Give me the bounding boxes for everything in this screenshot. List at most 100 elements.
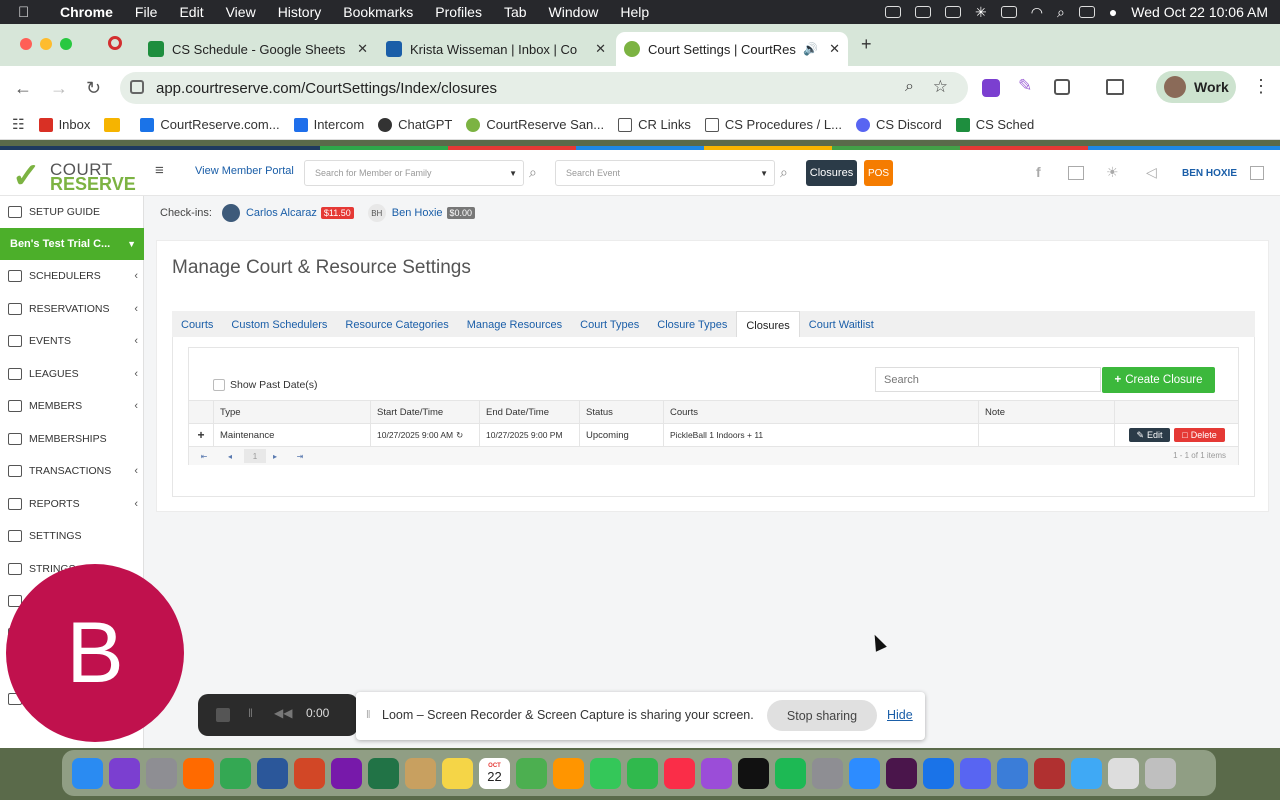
- dock-excel-icon[interactable]: [368, 757, 399, 789]
- dock-podcasts-icon[interactable]: [701, 757, 732, 789]
- menu-edit[interactable]: Edit: [179, 4, 203, 20]
- dock-notes-icon[interactable]: [442, 757, 473, 789]
- extension-icon[interactable]: [982, 79, 1000, 97]
- show-past-checkbox[interactable]: [213, 379, 225, 391]
- dock-finder-icon[interactable]: [72, 757, 103, 789]
- bookmark-drive[interactable]: [104, 117, 126, 132]
- wifi-icon[interactable]: ◠: [1031, 4, 1043, 21]
- drag-handle-icon[interactable]: ‖: [366, 709, 371, 721]
- chevron-down-icon[interactable]: ▼: [760, 169, 768, 178]
- zoom-status-icon[interactable]: [885, 6, 902, 18]
- dock-slack-icon[interactable]: [886, 757, 917, 789]
- bookmark-courtreserve-sandbox[interactable]: CourtReserve San...: [466, 117, 604, 132]
- close-tab-icon[interactable]: ✕: [829, 41, 840, 57]
- sidebar-item-settings[interactable]: SETTINGS: [0, 520, 144, 552]
- checkin-person-name[interactable]: Carlos Alcaraz: [246, 207, 317, 219]
- club-selector[interactable]: Ben's Test Trial C... ▼: [0, 228, 144, 260]
- tab-courts[interactable]: Courts: [172, 311, 222, 337]
- tab-court-types[interactable]: Court Types: [571, 311, 648, 337]
- spotlight-icon[interactable]: ⌕: [1057, 4, 1065, 21]
- stop-recording-icon[interactable]: [216, 708, 230, 722]
- bookmark-cs-sched[interactable]: CS Sched: [955, 117, 1034, 132]
- grid-search-input[interactable]: Search: [875, 367, 1101, 392]
- dock-photos-icon[interactable]: [553, 757, 584, 789]
- menubar-clock[interactable]: Wed Oct 22 10:06 AM: [1131, 4, 1268, 20]
- dock-messages-icon[interactable]: [590, 757, 621, 789]
- side-panel-icon[interactable]: [1106, 79, 1124, 95]
- chevron-down-icon[interactable]: ▼: [509, 169, 517, 178]
- menu-file[interactable]: File: [135, 4, 158, 20]
- menu-history[interactable]: History: [278, 4, 322, 20]
- dock-music-icon[interactable]: [664, 757, 695, 789]
- create-closure-button[interactable]: + Create Closure: [1102, 367, 1215, 393]
- site-info-icon[interactable]: [130, 80, 144, 94]
- tab-resource-categories[interactable]: Resource Categories: [336, 311, 457, 337]
- tab-closure-types[interactable]: Closure Types: [648, 311, 736, 337]
- bookmark-intercom[interactable]: Intercom: [293, 117, 364, 132]
- dock-paw-icon[interactable]: [923, 757, 954, 789]
- profile-chip[interactable]: Work: [1156, 71, 1236, 103]
- avatar[interactable]: BH: [367, 204, 386, 222]
- bookmark-chatgpt[interactable]: ChatGPT: [378, 117, 452, 132]
- logout-icon[interactable]: [1250, 166, 1264, 180]
- sidebar-item-setup-guide[interactable]: SETUP GUIDE: [0, 196, 144, 228]
- dock-word-icon[interactable]: [257, 757, 288, 789]
- checkin-person-name[interactable]: Ben Hoxie: [392, 207, 443, 219]
- hide-link[interactable]: Hide: [887, 708, 913, 722]
- recording-tab-icon[interactable]: [108, 36, 122, 50]
- menu-tab[interactable]: Tab: [504, 4, 527, 20]
- dock-zoom-icon[interactable]: [849, 757, 880, 789]
- closures-button[interactable]: Closures: [806, 160, 857, 186]
- siri-icon[interactable]: ●: [1109, 4, 1117, 20]
- sidebar-item-reservations[interactable]: RESERVATIONS ‹: [0, 293, 144, 325]
- lightbulb-icon[interactable]: ☀: [1106, 164, 1119, 181]
- dock-calendar-icon[interactable]: OCT 22: [479, 757, 510, 789]
- search-icon[interactable]: ⌕: [529, 164, 537, 181]
- menu-profiles[interactable]: Profiles: [435, 4, 482, 20]
- dock-maps-icon[interactable]: [516, 757, 547, 789]
- dock-facetime-icon[interactable]: [627, 757, 658, 789]
- column-header-type[interactable]: Type: [213, 401, 370, 423]
- bookmark-courtreserve[interactable]: CourtReserve.com...: [140, 117, 280, 132]
- dock-launchpad-icon[interactable]: [146, 757, 177, 789]
- tab-intercom-inbox[interactable]: Krista Wisseman | Inbox | Co ✕: [378, 32, 614, 66]
- panel-icon[interactable]: [1068, 166, 1084, 180]
- menu-window[interactable]: Window: [549, 4, 599, 20]
- next-page-icon[interactable]: ▸: [264, 449, 286, 463]
- page-number[interactable]: 1: [244, 449, 266, 463]
- dock-spotify-icon[interactable]: [775, 757, 806, 789]
- first-page-icon[interactable]: ⇤: [193, 449, 215, 463]
- user-name[interactable]: BEN HOXIE: [1182, 168, 1237, 179]
- megaphone-icon[interactable]: ◁: [1146, 164, 1157, 181]
- tab-custom-schedulers[interactable]: Custom Schedulers: [222, 311, 336, 337]
- loom-camera-bubble[interactable]: B: [6, 564, 184, 742]
- courtreserve-logo[interactable]: ✓ COURT RESERVE: [12, 154, 136, 195]
- tab-closures[interactable]: Closures: [736, 311, 800, 337]
- facebook-icon[interactable]: f: [1036, 164, 1041, 180]
- address-bar[interactable]: app.courtreserve.com/CourtSettings/Index…: [120, 72, 968, 104]
- battery-icon[interactable]: [1000, 6, 1017, 18]
- sidebar-item-transactions[interactable]: TRANSACTIONS ‹: [0, 455, 144, 487]
- dock-trash-icon[interactable]: [1145, 757, 1176, 789]
- rewind-icon[interactable]: ◀◀: [274, 706, 292, 720]
- hamburger-menu-icon[interactable]: ≡: [155, 162, 164, 179]
- delete-button[interactable]: □ Delete: [1174, 428, 1225, 442]
- forward-icon[interactable]: →: [50, 78, 68, 99]
- extensions-puzzle-icon[interactable]: [1054, 79, 1070, 95]
- dock-powerpoint-icon[interactable]: [294, 757, 325, 789]
- menu-app-name[interactable]: Chrome: [60, 4, 113, 20]
- maximize-window-button[interactable]: [60, 38, 72, 50]
- zoom-page-icon[interactable]: ⌕: [905, 78, 914, 96]
- expand-row-icon[interactable]: +: [189, 424, 213, 446]
- screen-mirror-icon[interactable]: [945, 6, 962, 18]
- dock-dictionary-icon[interactable]: [1034, 757, 1065, 789]
- dock-discord-icon[interactable]: [960, 757, 991, 789]
- bookmark-cr-links[interactable]: CR Links: [618, 117, 691, 132]
- close-tab-icon[interactable]: ✕: [595, 41, 606, 57]
- sidebar-item-memberships[interactable]: MEMBERSHIPS: [0, 423, 144, 455]
- sidebar-item-leagues[interactable]: LEAGUES ‹: [0, 358, 144, 390]
- dock-app-icon[interactable]: [405, 757, 436, 789]
- dock-preview-icon[interactable]: [997, 757, 1028, 789]
- stop-sharing-button[interactable]: Stop sharing: [767, 700, 877, 731]
- reload-icon[interactable]: ↻: [86, 78, 101, 99]
